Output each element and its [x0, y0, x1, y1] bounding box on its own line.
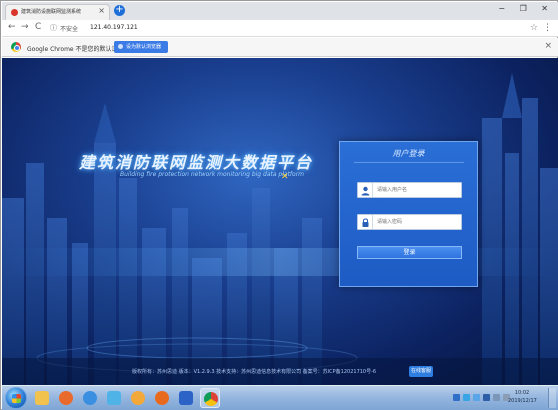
- login-divider: [354, 162, 464, 163]
- tray-input-icon[interactable]: [453, 394, 460, 401]
- default-browser-icon: [118, 44, 123, 49]
- chrome-logo-icon: [11, 42, 21, 52]
- network-icon[interactable]: [493, 394, 500, 401]
- default-browser-infobar: Google Chrome 不是您的默认浏览器 设为默认浏览器 ×: [2, 38, 558, 57]
- tray-app-icon[interactable]: [463, 394, 470, 401]
- app7-icon: [179, 391, 193, 405]
- windows-taskbar: 10:02 2019/12/17: [2, 385, 558, 410]
- chrome-icon: [204, 392, 218, 406]
- reload-icon[interactable]: C: [35, 22, 41, 32]
- windows-flag-icon: [12, 394, 21, 403]
- taskbar-chrome[interactable]: [200, 388, 220, 408]
- url-text[interactable]: 121.40.197.121: [90, 24, 138, 31]
- folder-icon: [35, 391, 49, 405]
- password-input[interactable]: [377, 217, 459, 227]
- mouse-cursor-icon: ✕: [281, 172, 289, 182]
- hero-subtitle: Building fire protection network monitor…: [120, 171, 305, 178]
- taskbar-firefox[interactable]: [152, 388, 172, 408]
- username-field[interactable]: [357, 182, 462, 198]
- app5-icon: [131, 391, 145, 405]
- back-icon[interactable]: ←: [8, 22, 16, 32]
- user-icon: [358, 183, 373, 197]
- online-service-button[interactable]: 在线客服: [409, 366, 433, 377]
- security-label: 不安全: [60, 26, 79, 33]
- firefox-icon: [155, 391, 169, 405]
- bookmark-star-icon[interactable]: ☆: [530, 23, 538, 33]
- favicon-icon: [11, 9, 18, 16]
- password-field[interactable]: [357, 214, 462, 230]
- taskbar-app7[interactable]: [176, 388, 196, 408]
- menu-icon[interactable]: ⋮: [543, 23, 552, 33]
- forward-icon[interactable]: →: [21, 22, 29, 32]
- clock-date[interactable]: 2019/12/17: [508, 398, 537, 404]
- hero-title: 建筑消防联网监测大数据平台: [79, 153, 314, 172]
- taskbar-media[interactable]: [56, 388, 76, 408]
- show-desktop-button[interactable]: [548, 388, 556, 408]
- taskbar-chat[interactable]: [104, 388, 124, 408]
- tab-close-icon[interactable]: ×: [98, 6, 105, 15]
- start-button[interactable]: [5, 387, 27, 409]
- taskbar-explorer[interactable]: [32, 388, 52, 408]
- tray-app2-icon[interactable]: [473, 394, 480, 401]
- clock-time[interactable]: 10:02: [508, 390, 536, 396]
- tab-strip: 建筑消防设施联网监测系统 × + − ❐ ✕: [2, 2, 558, 20]
- media-player-icon: [59, 391, 73, 405]
- browser-window: 建筑消防设施联网监测系统 × + − ❐ ✕ ← → C ⓘ 不安全 121.4…: [0, 0, 558, 410]
- chat-icon: [107, 391, 121, 405]
- login-title: 用户登录: [392, 149, 425, 158]
- browser-tab[interactable]: 建筑消防设施联网监测系统 ×: [5, 4, 110, 20]
- infobar-close-icon[interactable]: ×: [544, 41, 552, 51]
- taskbar-app5[interactable]: [128, 388, 148, 408]
- omnibox[interactable]: ⓘ 不安全 121.40.197.121: [50, 23, 520, 34]
- taskbar-app3[interactable]: [80, 388, 100, 408]
- login-button[interactable]: 登录: [357, 246, 462, 259]
- login-panel: 用户登录 登: [339, 141, 478, 287]
- set-default-label: 设为默认浏览器: [126, 44, 162, 50]
- lock-icon: [358, 215, 373, 229]
- new-tab-button[interactable]: +: [114, 5, 125, 16]
- login-page: 建筑消防联网监测大数据平台 Building fire protection n…: [2, 58, 558, 385]
- footer-copyright: 版权所有：苏州思迪 版本：V1.2.9.3 技术支持：苏州思迪信息技术有限公司 …: [132, 369, 377, 375]
- tab-title: 建筑消防设施联网监测系统: [21, 9, 82, 15]
- address-bar: ← → C ⓘ 不安全 121.40.197.121 ☆ ⋮: [2, 20, 558, 37]
- page-footer: 版权所有：苏州思迪 版本：V1.2.9.3 技术支持：苏州思迪信息技术有限公司 …: [2, 363, 558, 385]
- app3-icon: [83, 391, 97, 405]
- set-default-button[interactable]: 设为默认浏览器: [114, 41, 168, 53]
- username-input[interactable]: [377, 185, 459, 195]
- tray-app3-icon[interactable]: [483, 394, 490, 401]
- window-controls[interactable]: − ❐ ✕: [498, 4, 554, 13]
- info-icon[interactable]: ⓘ: [50, 23, 57, 33]
